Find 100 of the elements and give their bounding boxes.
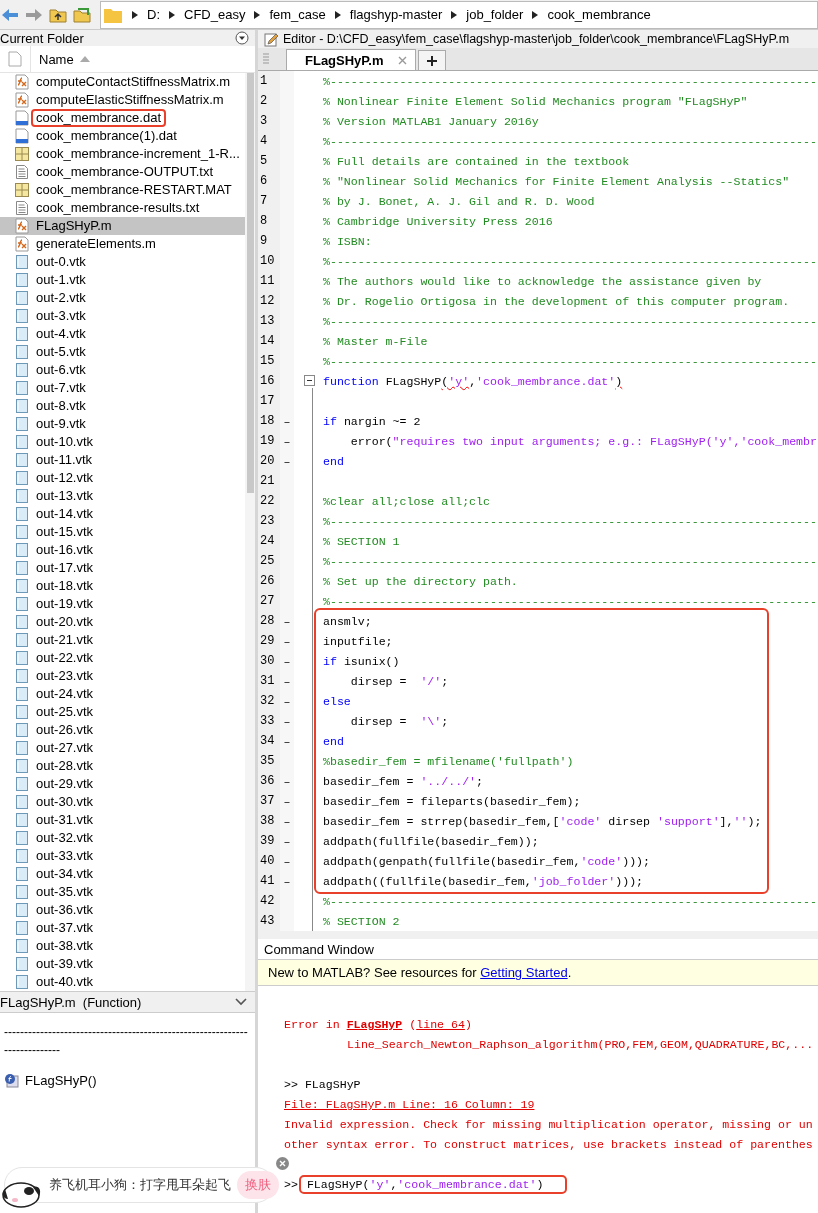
column-header[interactable]: Name	[39, 51, 74, 67]
file-item[interactable]: out-22.vtk	[0, 649, 245, 667]
file-item[interactable]: cook_membrance-results.txt	[0, 199, 245, 217]
function-item[interactable]: FLagSHyP()	[25, 1073, 97, 1088]
file-item[interactable]: out-33.vtk	[0, 847, 245, 865]
breakpoint-marker[interactable]: –	[283, 854, 291, 868]
file-item[interactable]: out-31.vtk	[0, 811, 245, 829]
file-item[interactable]: out-6.vtk	[0, 361, 245, 379]
file-item[interactable]: out-32.vtk	[0, 829, 245, 847]
breakpoint-marker[interactable]: –	[283, 634, 291, 648]
file-item[interactable]: out-9.vtk	[0, 415, 245, 433]
file-item[interactable]: out-25.vtk	[0, 703, 245, 721]
line-number: 39	[260, 834, 275, 848]
breadcrumb[interactable]: job_folder	[466, 7, 524, 22]
file-item[interactable]: out-23.vtk	[0, 667, 245, 685]
file-item[interactable]: out-27.vtk	[0, 739, 245, 757]
breakpoint-marker[interactable]: –	[283, 794, 291, 808]
link[interactable]: Getting Started	[480, 965, 568, 980]
file-icon	[14, 830, 30, 846]
link[interactable]: FLagSHyP	[346, 1018, 403, 1031]
line-number: 7	[260, 194, 268, 208]
breakpoint-marker[interactable]: –	[283, 694, 291, 708]
file-item[interactable]: out-8.vtk	[0, 397, 245, 415]
breakpoint-marker[interactable]: –	[283, 434, 291, 448]
breakpoint-marker[interactable]: –	[283, 674, 291, 688]
sort-icon[interactable]	[79, 56, 90, 62]
file-item[interactable]: out-36.vtk	[0, 901, 245, 919]
code-line: inputfile;	[322, 634, 393, 648]
link[interactable]: line 64	[416, 1018, 465, 1031]
dropdown-icon[interactable]	[235, 31, 249, 45]
file-item[interactable]: out-40.vtk	[0, 973, 245, 991]
file-item[interactable]: out-3.vtk	[0, 307, 245, 325]
address-bar[interactable]: D: CFD_easy fem_case flagshyp-master job_folder cook_membrance	[100, 0, 818, 29]
file-item[interactable]: computeElasticStiffnessMatrix.m	[0, 91, 245, 109]
scrollbar[interactable]	[244, 73, 255, 991]
file-tab[interactable]: FLagSHyP.m	[286, 49, 416, 70]
grip-icon[interactable]	[262, 52, 270, 66]
file-item[interactable]: out-28.vtk	[0, 757, 245, 775]
breakpoint-marker[interactable]: –	[283, 414, 291, 428]
file-item[interactable]: cook_membrance(1).dat	[0, 127, 245, 145]
file-item[interactable]: out-5.vtk	[0, 343, 245, 361]
file-item[interactable]: out-11.vtk	[0, 451, 245, 469]
close-icon[interactable]	[397, 55, 407, 65]
breadcrumb[interactable]: flagshyp-master	[349, 7, 443, 22]
breakpoint-marker[interactable]: –	[283, 834, 291, 848]
file-item[interactable]: out-34.vtk	[0, 865, 245, 883]
breakpoint-marker[interactable]: –	[283, 734, 291, 748]
collapse-icon[interactable]	[304, 375, 315, 386]
file-item[interactable]: out-10.vtk	[0, 433, 245, 451]
file-item[interactable]: out-20.vtk	[0, 613, 245, 631]
new-tab-button[interactable]	[417, 50, 446, 70]
breakpoint-marker[interactable]: –	[283, 714, 291, 728]
file-item[interactable]: out-13.vtk	[0, 487, 245, 505]
code-line: % Cambridge University Press 2016	[322, 214, 553, 228]
breadcrumb[interactable]: CFD_easy	[184, 7, 246, 22]
breadcrumb[interactable]: D:	[147, 7, 160, 22]
breakpoint-marker[interactable]: –	[283, 874, 291, 888]
line-number: 2	[260, 94, 268, 108]
file-item[interactable]: out-0.vtk	[0, 253, 245, 271]
breakpoint-marker[interactable]: –	[283, 814, 291, 828]
breakpoint-marker[interactable]: –	[283, 774, 291, 788]
breadcrumb[interactable]: cook_membrance	[547, 7, 651, 22]
file-item[interactable]: out-16.vtk	[0, 541, 245, 559]
code-line: % by J. Bonet, A. J. Gil and R. D. Wood	[322, 194, 595, 208]
file-icon	[14, 560, 30, 576]
file-item[interactable]: out-15.vtk	[0, 523, 245, 541]
breakpoint-marker[interactable]: –	[283, 654, 291, 668]
file-item[interactable]: out-18.vtk	[0, 577, 245, 595]
file-item[interactable]: out-39.vtk	[0, 955, 245, 973]
file-item[interactable]: out-7.vtk	[0, 379, 245, 397]
file-item[interactable]: cook_membrance-increment_1-R...	[0, 145, 245, 163]
file-item[interactable]: out-14.vtk	[0, 505, 245, 523]
close-icon[interactable]	[276, 1157, 289, 1170]
code-line: %----------------------------------------------------------------------	[322, 894, 817, 908]
file-item[interactable]: out-29.vtk	[0, 775, 245, 793]
file-item[interactable]: out-12.vtk	[0, 469, 245, 487]
code-line: % Set up the directory path.	[322, 574, 518, 588]
file-item[interactable]: out-1.vtk	[0, 271, 245, 289]
file-item[interactable]: out-30.vtk	[0, 793, 245, 811]
file-item[interactable]: out-4.vtk	[0, 325, 245, 343]
file-item[interactable]: generateElements.m	[0, 235, 245, 253]
file-item[interactable]: cook_membrance-RESTART.MAT	[0, 181, 245, 199]
chevron-down-icon[interactable]	[235, 998, 247, 1006]
file-item[interactable]: out-35.vtk	[0, 883, 245, 901]
file-item[interactable]: cook_membrance-OUTPUT.txt	[0, 163, 245, 181]
breakpoint-marker[interactable]: –	[283, 454, 291, 468]
file-item[interactable]: FLagSHyP.m	[0, 217, 245, 235]
breadcrumb[interactable]: fem_case	[269, 7, 326, 22]
file-item[interactable]: out-21.vtk	[0, 631, 245, 649]
breakpoint-marker[interactable]: –	[283, 614, 291, 628]
link[interactable]: File: FLagSHyP.m Line: 16 Column: 19	[284, 1098, 535, 1111]
file-item[interactable]: out-37.vtk	[0, 919, 245, 937]
file-item[interactable]: out-24.vtk	[0, 685, 245, 703]
file-item[interactable]: out-26.vtk	[0, 721, 245, 739]
file-item[interactable]: computeContactStiffnessMatrix.m	[0, 73, 245, 91]
file-item[interactable]: out-17.vtk	[0, 559, 245, 577]
file-item[interactable]: out-19.vtk	[0, 595, 245, 613]
file-item[interactable]: out-2.vtk	[0, 289, 245, 307]
code-line: % Nonlinear Finite Element Solid Mechanics program "FLagSHyP"	[322, 94, 748, 108]
file-item[interactable]: out-38.vtk	[0, 937, 245, 955]
